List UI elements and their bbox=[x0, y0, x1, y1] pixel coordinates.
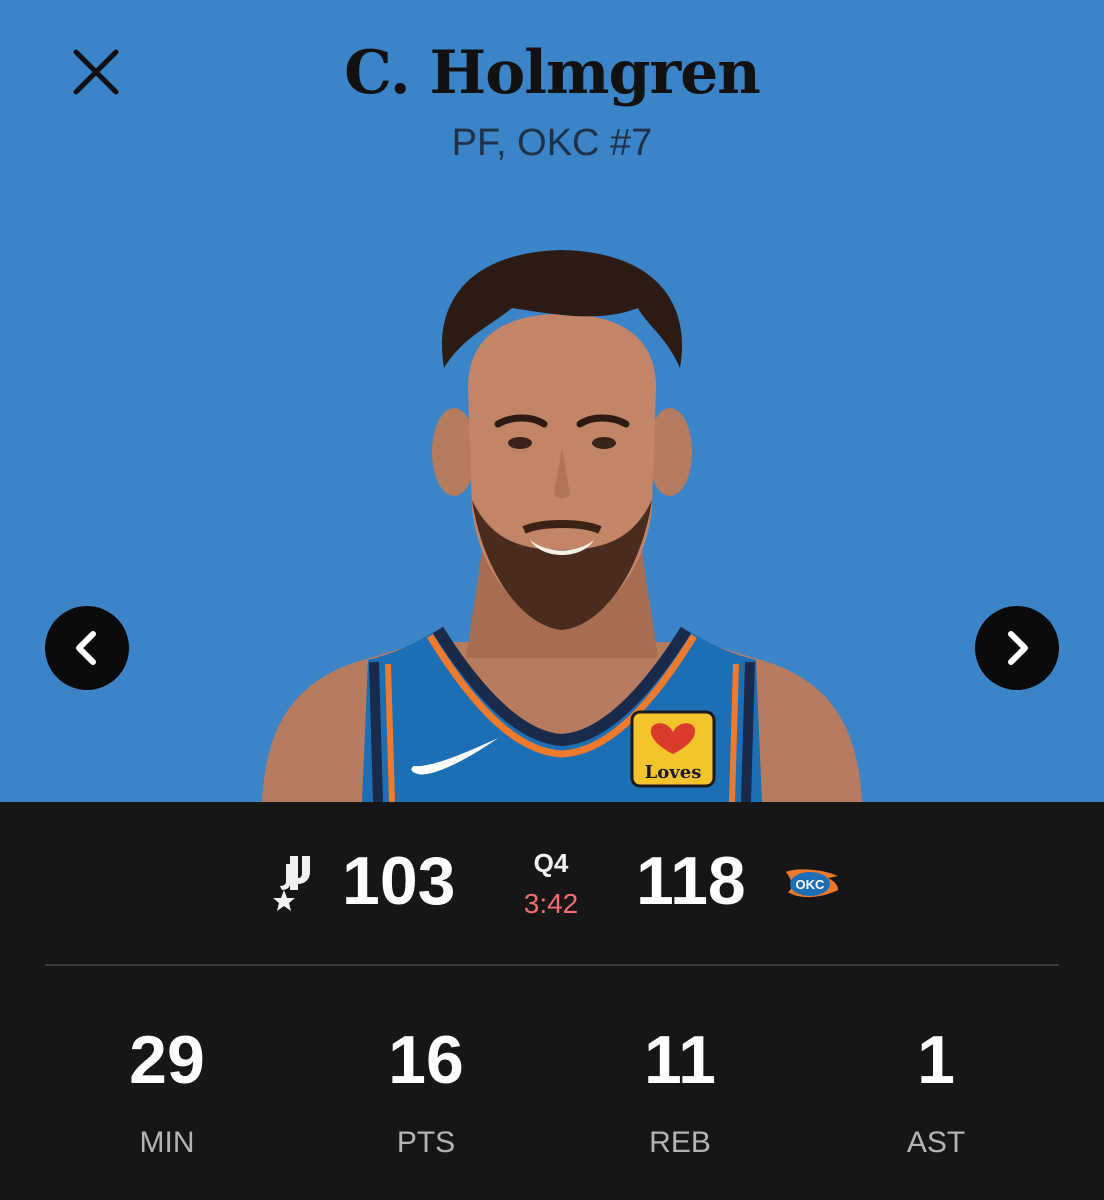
player-position-team-number: PF, OKC #7 bbox=[451, 122, 653, 164]
jersey-sponsor-text: Loves bbox=[645, 762, 702, 783]
stat-label: PTS bbox=[396, 1126, 456, 1159]
game-clock: 3:42 bbox=[523, 888, 579, 919]
stat-minutes: 29 MIN bbox=[77, 1020, 257, 1160]
divider bbox=[45, 964, 1059, 966]
away-team-score: 103 bbox=[342, 843, 456, 919]
stat-value: 29 bbox=[129, 1022, 205, 1098]
next-player-button[interactable] bbox=[975, 606, 1059, 690]
game-period: Q4 bbox=[533, 848, 569, 878]
chevron-left-icon bbox=[76, 631, 96, 665]
stat-label: REB bbox=[649, 1126, 711, 1159]
stat-assists: 1 AST bbox=[846, 1020, 1026, 1160]
stat-rebounds: 11 REB bbox=[590, 1020, 770, 1160]
stat-value: 1 bbox=[917, 1022, 955, 1098]
stat-value: 16 bbox=[388, 1022, 464, 1098]
player-photo: Loves bbox=[262, 250, 862, 802]
game-score-bar[interactable] bbox=[0, 802, 1104, 964]
thunder-logo-text: OKC bbox=[796, 877, 826, 892]
player-name: C. Holmgren bbox=[344, 38, 761, 108]
chevron-right-icon bbox=[1008, 631, 1028, 665]
stat-points: 16 PTS bbox=[336, 1020, 516, 1160]
spurs-logo-icon bbox=[273, 856, 310, 911]
stat-label: MIN bbox=[139, 1126, 195, 1159]
home-team-score: 118 bbox=[636, 843, 746, 919]
stat-label: AST bbox=[906, 1126, 966, 1159]
player-header: Loves C. Holmgren PF, OKC #7 bbox=[0, 0, 1104, 802]
thunder-logo-icon: OKC bbox=[786, 869, 838, 898]
stat-value: 11 bbox=[644, 1022, 716, 1098]
previous-player-button[interactable] bbox=[45, 606, 129, 690]
